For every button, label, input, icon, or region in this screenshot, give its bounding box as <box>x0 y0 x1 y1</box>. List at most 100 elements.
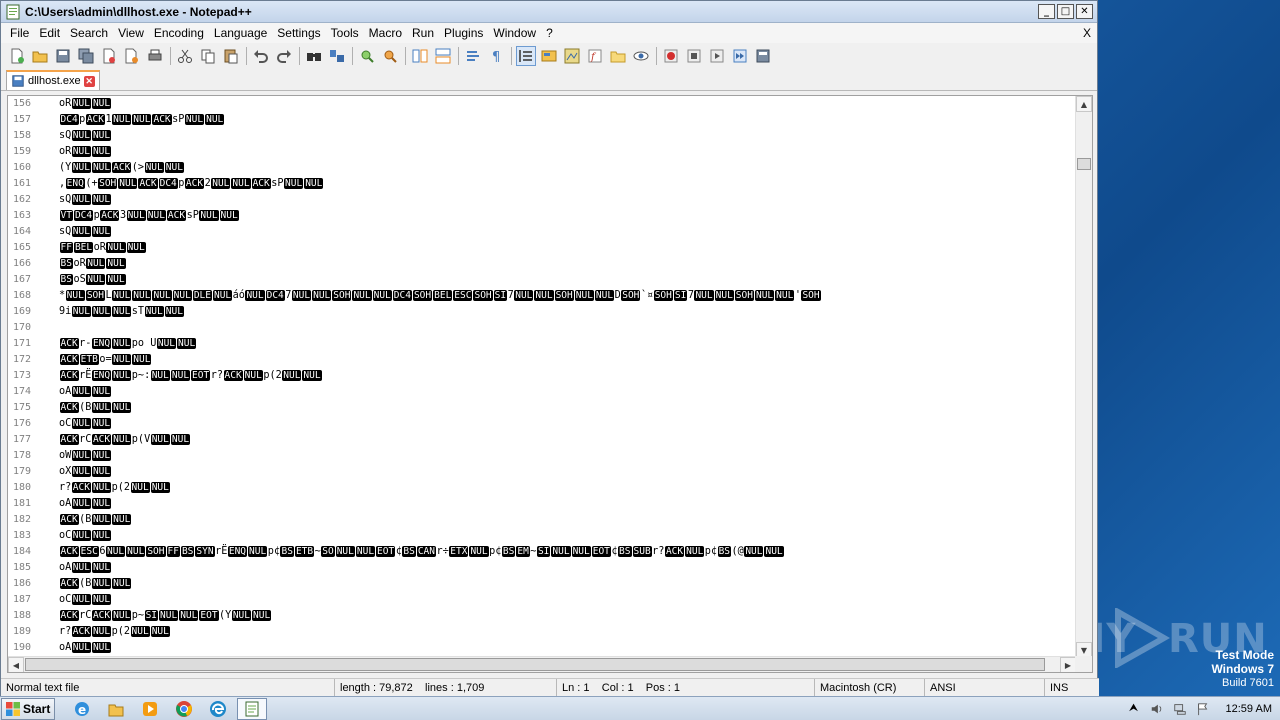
copy-icon[interactable] <box>198 46 218 66</box>
code-line[interactable]: oA NUL NUL <box>59 496 1076 512</box>
code-line[interactable]: ACK (B NUL NUL <box>59 400 1076 416</box>
replace-icon[interactable] <box>327 46 347 66</box>
menu-plugins[interactable]: Plugins <box>439 26 488 40</box>
code-line[interactable]: ACK ESC 6 NUL NUL SOH FF BS SYN rË ENQ NUL p¢ BS ETB ~ S… <box>59 544 1076 560</box>
status-eol[interactable]: Macintosh (CR) <box>815 679 925 697</box>
function-list-icon[interactable]: f <box>585 46 605 66</box>
menu-window[interactable]: Window <box>488 26 541 40</box>
title-bar[interactable]: C:\Users\admin\dllhost.exe - Notepad++ _… <box>1 1 1097 23</box>
zoom-out-icon[interactable] <box>380 46 400 66</box>
menu-settings[interactable]: Settings <box>272 26 325 40</box>
menu-edit[interactable]: Edit <box>34 26 65 40</box>
code-line[interactable]: ACK ETB o= NUL NUL <box>59 352 1076 368</box>
code-line[interactable]: sQ NUL NUL <box>59 192 1076 208</box>
code-line[interactable]: ACK rC ACK NUL p~ SI NUL NUL EOT (Y NUL NUL <box>59 608 1076 624</box>
word-wrap-icon[interactable] <box>463 46 483 66</box>
close-document-x-button[interactable]: X <box>1083 26 1091 40</box>
save-all-icon[interactable] <box>76 46 96 66</box>
code-line[interactable]: oW NUL NUL <box>59 448 1076 464</box>
play-macro-icon[interactable] <box>707 46 727 66</box>
code-line[interactable]: oC NUL NUL <box>59 528 1076 544</box>
scroll-up-icon[interactable]: ▲ <box>1076 96 1092 112</box>
code-line[interactable]: DC4 p ACK 1 NUL NUL ACK sP NUL NUL <box>59 112 1076 128</box>
cut-icon[interactable] <box>175 46 195 66</box>
new-file-icon[interactable] <box>7 46 27 66</box>
show-hidden-icons-icon[interactable]: ⮝ <box>1125 701 1143 717</box>
maximize-button[interactable]: □ <box>1057 4 1074 19</box>
code-line[interactable]: ACK (B NUL NUL <box>59 576 1076 592</box>
code-line[interactable]: oA NUL NUL <box>59 560 1076 576</box>
code-line[interactable]: r? ACK NUL p(2 NUL NUL <box>59 480 1076 496</box>
vertical-scroll-thumb[interactable] <box>1077 158 1091 170</box>
scroll-left-icon[interactable]: ◀ <box>8 657 24 672</box>
code-line[interactable]: oX NUL NUL <box>59 464 1076 480</box>
indent-guide-icon[interactable] <box>516 46 536 66</box>
menu-view[interactable]: View <box>113 26 149 40</box>
redo-icon[interactable] <box>274 46 294 66</box>
sync-h-icon[interactable] <box>433 46 453 66</box>
explorer-icon[interactable] <box>101 698 131 720</box>
code-line[interactable]: oA NUL NUL <box>59 640 1076 656</box>
scroll-right-icon[interactable]: ▶ <box>1060 657 1076 672</box>
code-line[interactable]: * NUL SOH L NUL NUL NUL NUL DLE NUL áó NUL DC4 7 NUL NU… <box>59 288 1076 304</box>
notepadpp-icon[interactable] <box>237 697 267 720</box>
open-file-icon[interactable] <box>30 46 50 66</box>
paste-icon[interactable] <box>221 46 241 66</box>
code-line[interactable]: FF BEL oR NUL NUL <box>59 240 1076 256</box>
code-line[interactable]: BS oR NUL NUL <box>59 256 1076 272</box>
code-line[interactable]: (Y NUL NUL ACK (> NUL NUL <box>59 160 1076 176</box>
user-lang-icon[interactable] <box>539 46 559 66</box>
tab-dllhost[interactable]: dllhost.exe ✕ <box>6 70 100 90</box>
close-icon[interactable] <box>99 46 119 66</box>
speaker-icon[interactable] <box>1148 701 1166 717</box>
menu-encoding[interactable]: Encoding <box>149 26 209 40</box>
code-line[interactable]: oC NUL NUL <box>59 592 1076 608</box>
show-all-chars-icon[interactable]: ¶ <box>486 46 506 66</box>
monitor-icon[interactable] <box>631 46 651 66</box>
status-insert-mode[interactable]: INS <box>1045 679 1097 697</box>
vertical-scrollbar[interactable]: ▲ ▼ <box>1075 96 1092 658</box>
sync-v-icon[interactable] <box>410 46 430 66</box>
ie-icon[interactable]: e <box>67 698 97 720</box>
menu-macro[interactable]: Macro <box>364 26 407 40</box>
tab-close-icon[interactable]: ✕ <box>83 75 95 87</box>
stop-record-icon[interactable] <box>684 46 704 66</box>
doc-map-icon[interactable] <box>562 46 582 66</box>
run-macro-multiple-icon[interactable] <box>730 46 750 66</box>
menu-run[interactable]: Run <box>407 26 439 40</box>
record-macro-icon[interactable] <box>661 46 681 66</box>
code-line[interactable]: ACK (B NUL NUL <box>59 512 1076 528</box>
menu-tools[interactable]: Tools <box>326 26 364 40</box>
find-icon[interactable] <box>304 46 324 66</box>
action-center-flag-icon[interactable] <box>1194 701 1212 717</box>
close-all-icon[interactable] <box>122 46 142 66</box>
code-line[interactable]: BS oS NUL NUL <box>59 272 1076 288</box>
menu-search[interactable]: Search <box>65 26 113 40</box>
undo-icon[interactable] <box>251 46 271 66</box>
network-icon[interactable] <box>1171 701 1189 717</box>
menu-help[interactable]: ? <box>541 26 558 40</box>
code-line[interactable]: sQ NUL NUL <box>59 224 1076 240</box>
code-line[interactable]: ACK rË ENQ NUL p~: NUL NUL EOT r? ACK NUL p(2 NUL NUL <box>59 368 1076 384</box>
code-line[interactable]: sQ NUL NUL <box>59 128 1076 144</box>
code-line[interactable]: oR NUL NUL <box>59 144 1076 160</box>
code-line[interactable]: 9i NUL NUL NUL sT NUL NUL <box>59 304 1076 320</box>
code-line[interactable]: oR NUL NUL <box>59 96 1076 112</box>
code-line[interactable]: r? ACK NUL p(2 NUL NUL <box>59 624 1076 640</box>
folder-workspace-icon[interactable] <box>608 46 628 66</box>
start-button[interactable]: Start <box>1 697 55 720</box>
code-line[interactable]: VT DC4 p ACK 3 NUL NUL ACK sP NUL NUL <box>59 208 1076 224</box>
zoom-in-icon[interactable] <box>357 46 377 66</box>
code-line[interactable] <box>59 320 1076 336</box>
code-line[interactable]: ACK rC ACK NUL p(V NUL NUL <box>59 432 1076 448</box>
code-line[interactable]: , ENQ (+ SOH NUL ACK DC4 p ACK 2 NUL NUL ACK sP NUL NUL <box>59 176 1076 192</box>
save-macro-icon[interactable] <box>753 46 773 66</box>
status-encoding[interactable]: ANSI <box>925 679 1045 697</box>
close-window-button[interactable]: ✕ <box>1076 4 1093 19</box>
editor-pane[interactable]: 156 157 158 159 160 161 162 163 164 165 166 167 168 1… <box>7 95 1093 673</box>
horizontal-scrollbar[interactable]: ◀ ▶ <box>8 656 1076 672</box>
code-line[interactable]: ACK r- ENQ NUL po U NUL NUL <box>59 336 1076 352</box>
print-icon[interactable] <box>145 46 165 66</box>
menu-file[interactable]: File <box>5 26 34 40</box>
menu-language[interactable]: Language <box>209 26 272 40</box>
